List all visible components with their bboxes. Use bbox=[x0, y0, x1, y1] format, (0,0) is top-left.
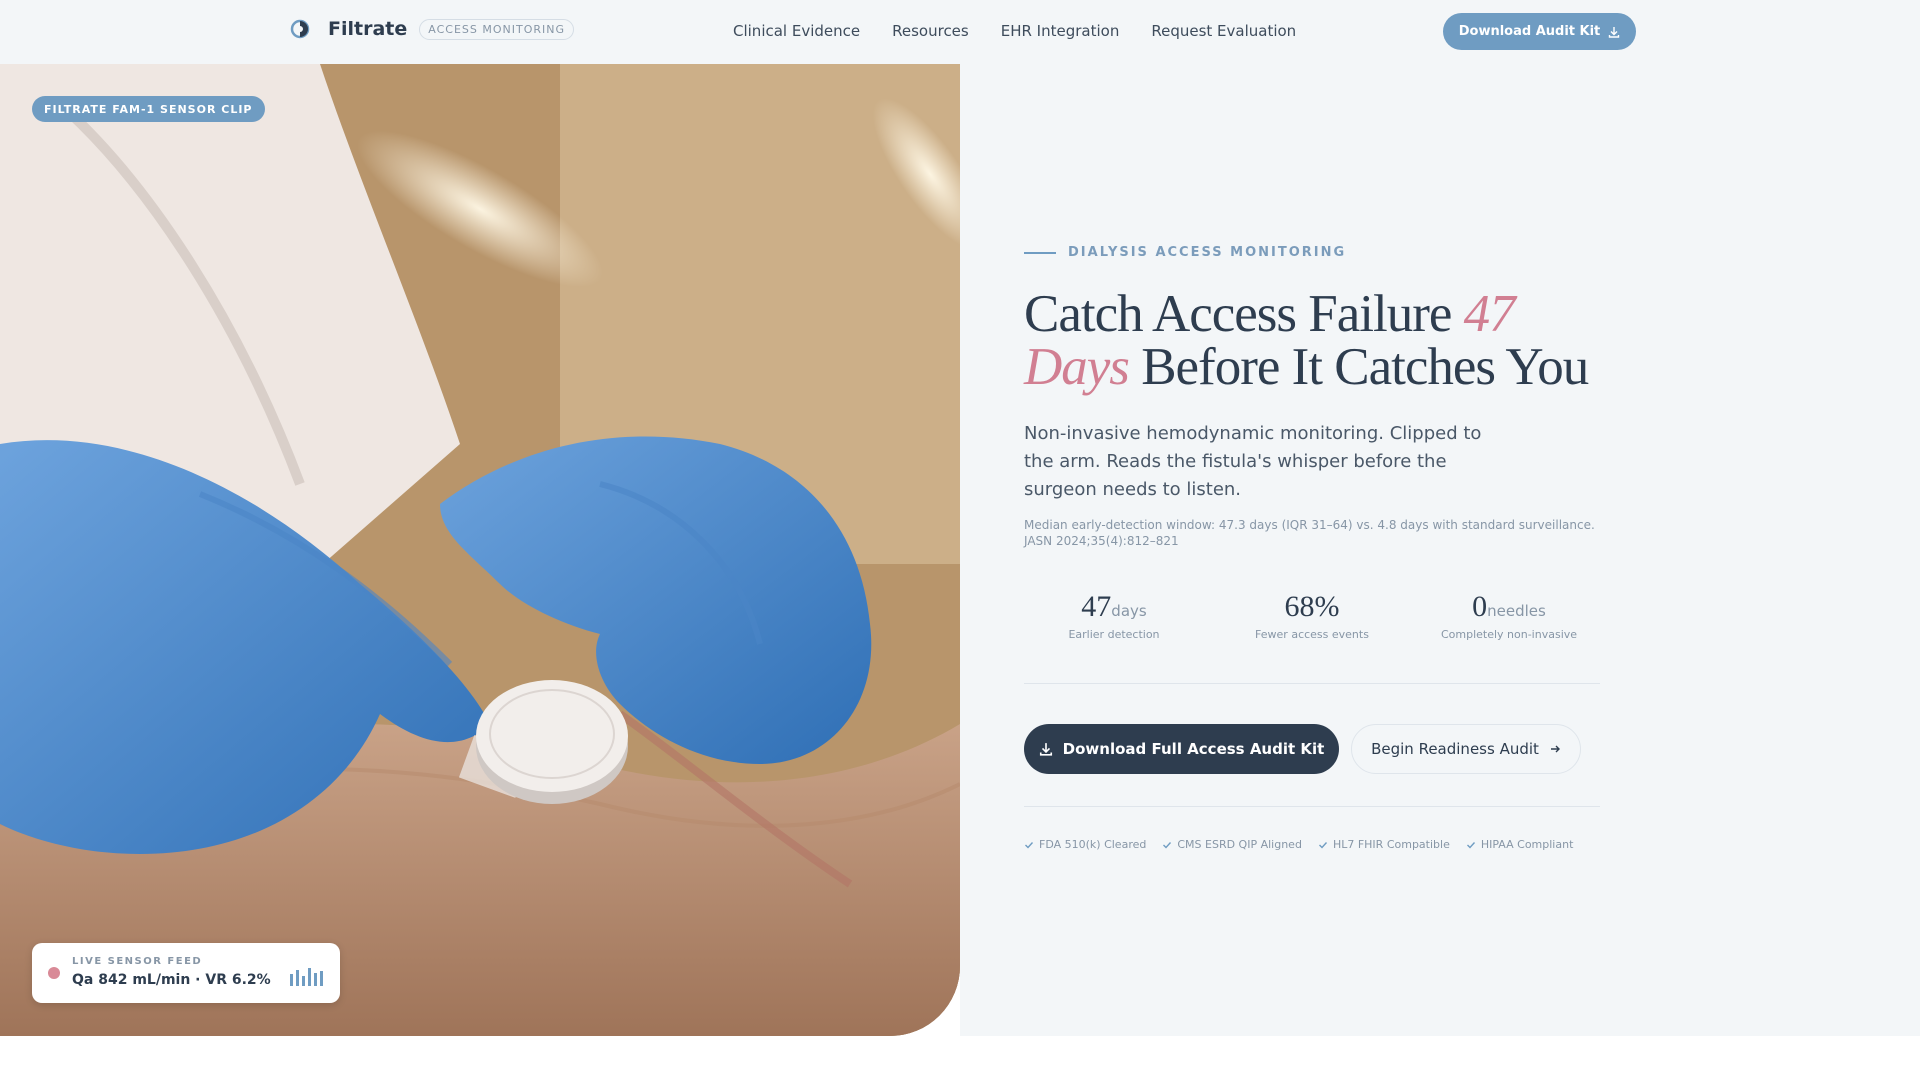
stat-label: Completely non-invasive bbox=[1440, 628, 1578, 641]
headline-part-2: Before It Catches You bbox=[1128, 338, 1589, 396]
check-icon bbox=[1466, 841, 1475, 849]
study-citation: Median early-detection window: 47.3 days… bbox=[1024, 518, 1595, 548]
hero-photo: FILTRATE FAM-1 SENSOR CLIP LIVE SENSOR F… bbox=[0, 64, 960, 1036]
compliance-item-cms: CMS ESRD QIP Aligned bbox=[1162, 838, 1302, 851]
stat-non-invasive: 0needles Completely non-invasive bbox=[1419, 590, 1599, 641]
live-sensor-feed-card: LIVE SENSOR FEED Qa 842 mL/min · VR 6.2% bbox=[32, 943, 340, 1003]
headline-part-1: Catch Access Failure bbox=[1024, 285, 1464, 343]
arrow-right-icon bbox=[1550, 745, 1560, 753]
hero-description: Non-invasive hemodynamic monitoring. Cli… bbox=[1024, 423, 1482, 500]
eyebrow: DIALYSIS ACCESS MONITORING bbox=[1024, 245, 1346, 260]
sensor-application-illustration bbox=[0, 64, 960, 1036]
check-icon bbox=[1318, 841, 1327, 849]
hero-content-panel bbox=[960, 64, 1920, 1036]
compliance-label: HIPAA Compliant bbox=[1480, 838, 1574, 851]
sensor-feed-label: LIVE SENSOR FEED bbox=[72, 956, 203, 967]
compliance-label: HL7 FHIR Compatible bbox=[1332, 838, 1450, 851]
compliance-item-fda: FDA 510(k) Cleared bbox=[1024, 838, 1146, 851]
nav-link-resources[interactable]: Resources bbox=[892, 22, 969, 40]
top-navigation-bar: Filtrate ACCESS MONITORING Clinical Evid… bbox=[0, 0, 1920, 64]
compliance-label: CMS ESRD QIP Aligned bbox=[1177, 838, 1302, 851]
check-icon bbox=[1025, 841, 1034, 849]
sensor-feed-value: Qa 842 mL/min · VR 6.2% bbox=[72, 972, 271, 988]
download-full-audit-kit-button[interactable]: Download Full Access Audit Kit bbox=[1024, 724, 1339, 774]
product-badge: FILTRATE FAM-1 SENSOR CLIP bbox=[32, 96, 265, 122]
nav-link-ehr-integration[interactable]: EHR Integration bbox=[1001, 22, 1120, 40]
check-icon bbox=[1163, 841, 1172, 849]
divider bbox=[1024, 806, 1600, 807]
brand-name: Filtrate bbox=[328, 18, 408, 40]
stat-label: Earlier detection bbox=[1068, 628, 1160, 641]
stat-value: 0 bbox=[1472, 590, 1488, 623]
brand[interactable]: Filtrate ACCESS MONITORING bbox=[290, 18, 574, 40]
secondary-button-label: Begin Readiness Audit bbox=[1371, 740, 1539, 758]
stat-value: 47 bbox=[1081, 590, 1112, 623]
eyebrow-text: DIALYSIS ACCESS MONITORING bbox=[1068, 245, 1347, 260]
nav-link-clinical-evidence[interactable]: Clinical Evidence bbox=[733, 22, 860, 40]
stat-value: 68% bbox=[1284, 590, 1340, 623]
page-headline: Catch Access Failure 47 Days Before It C… bbox=[1024, 288, 1624, 394]
download-audit-kit-label: Download Audit Kit bbox=[1458, 24, 1601, 39]
stats-row: 47days Earlier detection 68% Fewer acces… bbox=[1024, 590, 1600, 650]
compliance-list: FDA 510(k) Cleared CMS ESRD QIP Aligned … bbox=[1024, 838, 1589, 851]
download-audit-kit-button[interactable]: Download Audit Kit bbox=[1443, 13, 1636, 50]
begin-readiness-audit-button[interactable]: Begin Readiness Audit bbox=[1351, 724, 1581, 774]
divider bbox=[1024, 683, 1600, 684]
filtrate-logo-icon bbox=[290, 19, 310, 39]
stat-earlier-detection: 47days Earlier detection bbox=[1024, 590, 1204, 641]
signal-bars-icon bbox=[290, 968, 323, 986]
stat-unit: days bbox=[1111, 602, 1147, 620]
stat-unit: needles bbox=[1487, 602, 1546, 620]
primary-button-label: Download Full Access Audit Kit bbox=[1062, 740, 1325, 758]
compliance-item-hl7: HL7 FHIR Compatible bbox=[1318, 838, 1450, 851]
download-icon bbox=[1039, 743, 1052, 756]
stat-label: Fewer access events bbox=[1255, 628, 1369, 641]
stat-fewer-access-events: 68% Fewer access events bbox=[1222, 590, 1402, 641]
eyebrow-rule bbox=[1024, 251, 1056, 254]
nav-link-request-evaluation[interactable]: Request Evaluation bbox=[1151, 22, 1296, 40]
compliance-item-hipaa: HIPAA Compliant bbox=[1466, 838, 1574, 851]
main-nav: Clinical Evidence Resources EHR Integrat… bbox=[733, 22, 1328, 40]
compliance-label: FDA 510(k) Cleared bbox=[1039, 838, 1147, 851]
live-indicator-dot bbox=[48, 967, 60, 979]
brand-badge: ACCESS MONITORING bbox=[419, 18, 574, 40]
download-icon bbox=[1609, 26, 1620, 38]
